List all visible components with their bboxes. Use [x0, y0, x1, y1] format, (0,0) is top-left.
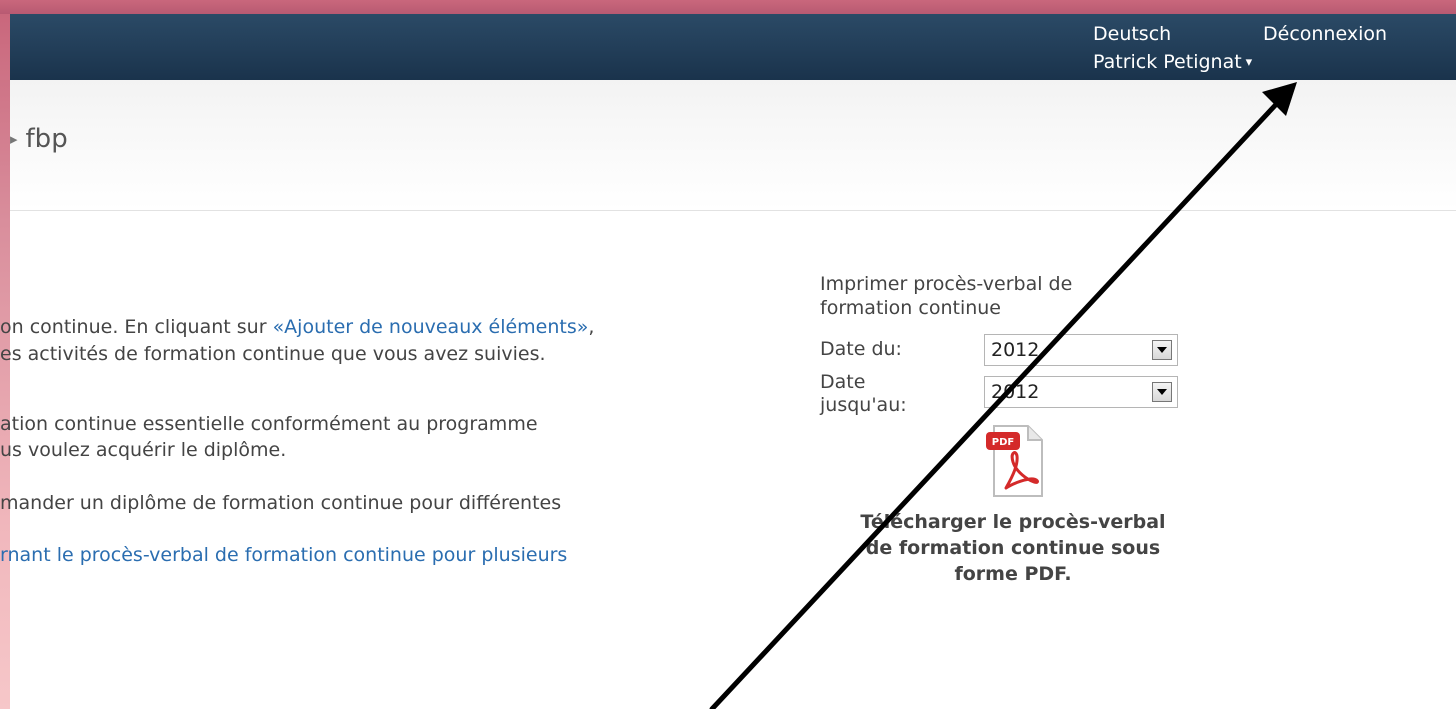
user-menu[interactable]: Patrick Petignat ▾	[1093, 51, 1252, 73]
download-caption-line-1: Télécharger le procès-verbal	[860, 511, 1166, 533]
pdf-icon[interactable]: PDF	[984, 422, 1046, 500]
program-paragraph-line-2: us voulez acquérir le diplôme.	[0, 439, 287, 461]
date-to-label-line-2: jusqu'au:	[820, 394, 907, 416]
intro-text-end: ,	[588, 316, 595, 338]
date-from-value: 2012	[991, 339, 1040, 361]
intro-paragraph-line-1: on continue. En cliquant sur «Ajouter de…	[0, 314, 594, 340]
chevron-down-icon[interactable]	[1152, 382, 1172, 402]
breadcrumb-current: ▸ fbp	[10, 124, 68, 154]
program-paragraph-line-1: ation continue essentielle conformément …	[0, 413, 538, 435]
chevron-down-icon[interactable]	[1152, 340, 1172, 360]
intro-text: on continue. En cliquant sur	[0, 316, 273, 338]
pdf-badge-text: PDF	[992, 437, 1014, 448]
download-pdf-link[interactable]: Télécharger le procès-verbal de formatio…	[820, 509, 1206, 587]
breadcrumb: ▸ fbp	[10, 80, 1456, 211]
intro-paragraph-line-2: es activités de formation continue que v…	[0, 343, 546, 365]
chevron-down-icon: ▾	[1245, 55, 1253, 70]
logout-link[interactable]: Déconnexion	[1263, 23, 1387, 45]
print-panel-title-line-1: Imprimer procès-verbal de	[820, 273, 1073, 295]
report-multiple-link[interactable]: rnant le procès-verbal de formation cont…	[0, 544, 567, 566]
language-link[interactable]: Deutsch	[1093, 23, 1171, 45]
window-frame-top	[0, 0, 1456, 14]
breadcrumb-label: fbp	[25, 124, 68, 154]
date-to-label: Date jusqu'au:	[820, 371, 907, 417]
date-to-label-line-1: Date	[820, 371, 866, 393]
add-new-items-link[interactable]: «Ajouter de nouveaux éléments»	[273, 316, 589, 338]
date-from-label: Date du:	[820, 338, 902, 360]
download-caption-line-3: forme PDF.	[954, 563, 1072, 585]
report-link-line: rnant le procès-verbal de formation cont…	[0, 542, 567, 568]
date-to-select[interactable]: 2012	[984, 376, 1178, 408]
breadcrumb-separator-icon: ▸	[10, 130, 18, 148]
download-caption-line-2: de formation continue sous	[865, 537, 1161, 559]
user-name: Patrick Petignat	[1093, 51, 1242, 73]
diploma-paragraph-line-1: mander un diplôme de formation continue …	[0, 492, 562, 514]
print-panel-title: Imprimer procès-verbal de formation cont…	[820, 272, 1072, 320]
print-panel-title-line-2: formation continue	[820, 297, 1001, 319]
date-to-value: 2012	[991, 381, 1040, 403]
top-navigation-bar: Deutsch Déconnexion Patrick Petignat ▾	[10, 14, 1456, 80]
date-from-select[interactable]: 2012	[984, 334, 1178, 366]
